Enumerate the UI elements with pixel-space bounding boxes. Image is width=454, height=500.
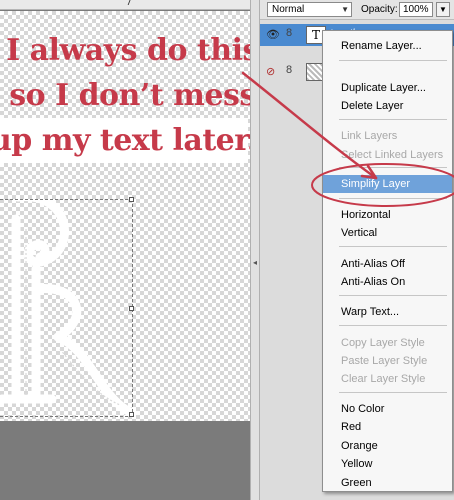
- menu-item-green[interactable]: Green: [323, 474, 452, 492]
- menu-item-anti-alias-on[interactable]: Anti-Alias On: [323, 273, 452, 291]
- selection-bounding-box[interactable]: [0, 197, 134, 417]
- menu-separator: [339, 167, 447, 168]
- opacity-dropdown-button[interactable]: ▼: [436, 2, 450, 17]
- blend-mode-select[interactable]: Normal ▼: [267, 2, 352, 17]
- menu-item-no-color[interactable]: No Color: [323, 400, 452, 418]
- menu-separator: [339, 325, 447, 326]
- menu-separator: [339, 392, 447, 393]
- menu-item-duplicate-layer[interactable]: Duplicate Layer...: [323, 79, 452, 97]
- menu-item-rename-layer[interactable]: Rename Layer...: [323, 37, 452, 55]
- menu-separator: [339, 198, 447, 199]
- blend-mode-value: Normal: [272, 4, 305, 15]
- panel-splitter[interactable]: ◂: [250, 0, 260, 500]
- menu-item-vertical[interactable]: Vertical: [323, 224, 452, 242]
- transform-handle-right[interactable]: [129, 306, 134, 311]
- menu-item-link-layers[interactable]: Link Layers: [323, 127, 452, 145]
- annotation-line-3: up my text later.: [0, 118, 257, 163]
- menu-item-clear-layer-style[interactable]: Clear Layer Style: [323, 370, 452, 388]
- splitter-grip-icon[interactable]: ◂: [253, 258, 257, 267]
- layer-context-menu: Rename Layer... Duplicate Layer... Delet…: [322, 30, 453, 492]
- annotation-caption: I always do this so I don’t mess up my t…: [0, 28, 265, 163]
- transform-handle-top-right[interactable]: [129, 197, 134, 202]
- menu-separator: [339, 60, 447, 61]
- horizontal-ruler: 7: [0, 0, 250, 10]
- menu-item-delete-layer[interactable]: Delete Layer: [323, 97, 452, 115]
- menu-item-yellow[interactable]: Yellow: [323, 455, 452, 473]
- menu-item-red[interactable]: Red: [323, 418, 452, 436]
- menu-item-copy-layer-style[interactable]: Copy Layer Style: [323, 334, 452, 352]
- menu-item-paste-layer-style[interactable]: Paste Layer Style: [323, 352, 452, 370]
- eye-icon[interactable]: 👁: [266, 28, 280, 42]
- opacity-input[interactable]: 100%: [399, 2, 433, 17]
- transform-handle-bottom-right[interactable]: [129, 412, 134, 417]
- opacity-label: Opacity:: [361, 4, 398, 15]
- menu-item-warp-text[interactable]: Warp Text...: [323, 303, 452, 321]
- layers-toolbar: Normal ▼ Opacity: 100% ▼: [260, 0, 454, 20]
- link-icon[interactable]: 8: [286, 64, 292, 76]
- menu-item-simplify-layer[interactable]: Simplify Layer: [323, 175, 452, 193]
- chevron-down-icon: ▼: [341, 5, 349, 14]
- link-icon[interactable]: 8: [286, 27, 292, 39]
- annotation-line-2: so I don’t mess: [9, 78, 256, 113]
- menu-item-select-linked-layers[interactable]: Select Linked Layers: [323, 146, 452, 164]
- menu-separator: [339, 246, 447, 247]
- ruler-number: 7: [126, 0, 132, 8]
- menu-separator: [339, 295, 447, 296]
- eye-hidden-icon[interactable]: ⊘: [266, 65, 280, 79]
- menu-item-horizontal[interactable]: Horizontal: [323, 206, 452, 224]
- menu-item-anti-alias-off[interactable]: Anti-Alias Off: [323, 255, 452, 273]
- menu-separator: [339, 119, 447, 120]
- menu-item-orange[interactable]: Orange: [323, 437, 452, 455]
- annotation-line-1: I always do this: [6, 33, 259, 68]
